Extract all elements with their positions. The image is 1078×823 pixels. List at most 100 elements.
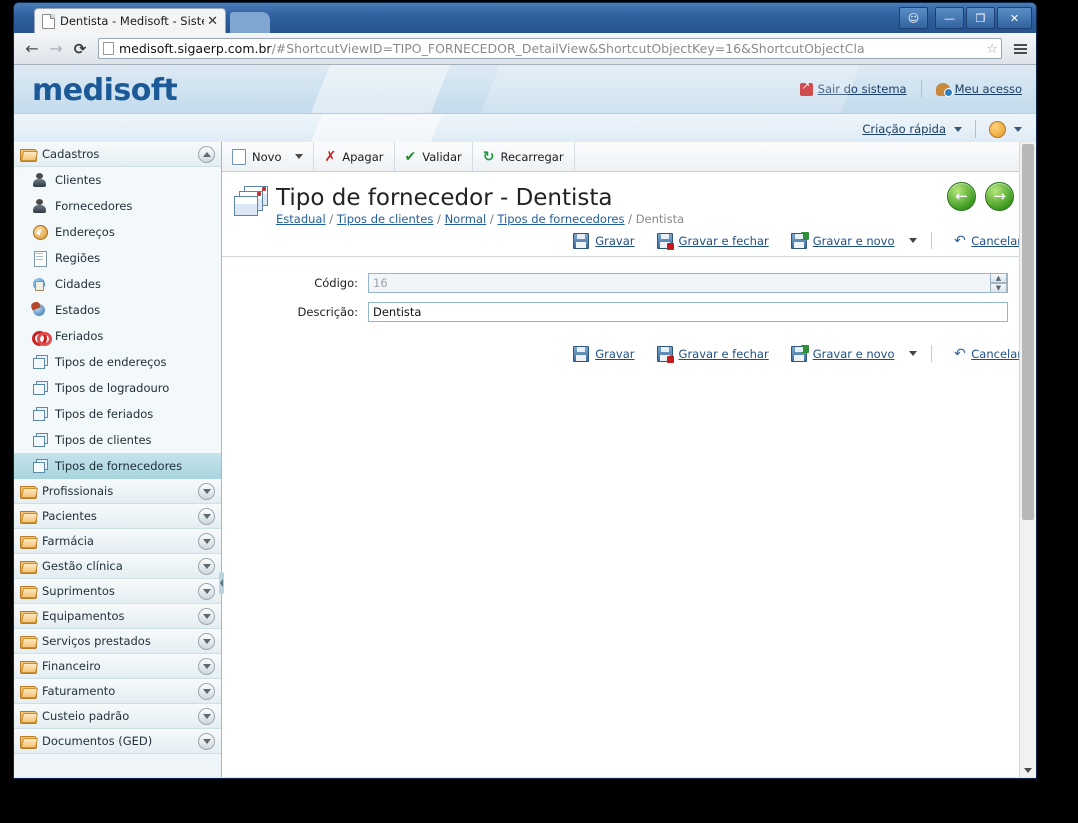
chevron-down-icon[interactable] [295, 154, 304, 159]
sidebar-item-tipos-de-endere-os[interactable]: Tipos de endereços [14, 349, 221, 375]
cancel-button-top[interactable]: ↷ Cancelar [954, 233, 1022, 249]
sidebar-group-cadastros[interactable]: Cadastros [14, 142, 221, 167]
tab-title: Dentista - Medisoft - Sistema [60, 14, 204, 28]
code-spinner[interactable]: ▲ ▼ [990, 273, 1007, 294]
close-tab-icon[interactable]: ✕ [204, 15, 221, 28]
save-and-close-button-top[interactable]: Gravar e fechar [656, 232, 769, 250]
sidebar-group-equipamentos[interactable]: Equipamentos [14, 604, 221, 629]
spinner-down-icon[interactable]: ▼ [990, 283, 1007, 294]
stack-icon [32, 381, 48, 395]
sidebar-item-tipos-de-clientes[interactable]: Tipos de clientes [14, 427, 221, 453]
save-and-new-button-bottom[interactable]: Gravar e novo [790, 344, 917, 362]
sidebar-group-profissionais[interactable]: Profissionais [14, 479, 221, 504]
save-button-bottom[interactable]: Gravar [573, 345, 635, 362]
chevron-down-icon[interactable] [908, 238, 917, 244]
previous-record-button[interactable]: ← [947, 182, 976, 211]
browser-tab[interactable]: Dentista - Medisoft - Sistema ✕ [34, 8, 226, 33]
sidebar-item-endere-os[interactable]: Endereços [14, 219, 221, 245]
scrollbar-thumb[interactable] [1022, 144, 1034, 520]
description-value: Dentista [373, 305, 422, 320]
sidebar-group-custeio-padr-o[interactable]: Custeio padrão [14, 704, 221, 729]
sidebar-group-suprimentos[interactable]: Suprimentos [14, 579, 221, 604]
save-button-top[interactable]: Gravar [573, 232, 635, 249]
sidebar-item-estados[interactable]: Estados [14, 297, 221, 323]
new-button[interactable]: Novo [222, 142, 315, 171]
description-input[interactable]: Dentista [368, 302, 1008, 323]
minimize-button[interactable]: — [935, 7, 964, 29]
chevron-down-icon[interactable] [198, 682, 215, 700]
header-divider [920, 80, 922, 98]
sidebar-item-fornecedores[interactable]: Fornecedores [14, 193, 221, 219]
sidebar-item-feriados[interactable]: Feriados [14, 323, 221, 349]
logout-link[interactable]: Sair do sistema [799, 81, 907, 96]
chevron-down-icon[interactable] [198, 632, 215, 650]
close-window-button[interactable]: ✕ [997, 7, 1032, 29]
user-profile-button[interactable]: ☺ [899, 7, 928, 29]
sidebar-item-tipos-de-logradouro[interactable]: Tipos de logradouro [14, 375, 221, 401]
quick-create-menu[interactable]: Criação rápida [862, 122, 962, 136]
breadcrumb-item[interactable]: Tipos de clientes [337, 212, 434, 226]
action-row-bottom: Gravar Gravar e fechar Gravar e novo ↷ C… [222, 331, 1036, 369]
sidebar-item-tipos-de-fornecedores[interactable]: Tipos de fornecedores [14, 453, 221, 479]
sidebar-group-label: Faturamento [42, 684, 116, 698]
sidebar-item-tipos-de-feriados[interactable]: Tipos de feriados [14, 401, 221, 427]
exit-icon [799, 81, 813, 96]
chevron-up-icon[interactable] [198, 145, 215, 163]
chevron-down-icon[interactable] [198, 532, 215, 550]
sidebar-item-cidades[interactable]: Cidades [14, 271, 221, 297]
my-access-link[interactable]: Meu acesso [935, 82, 1022, 97]
validate-button[interactable]: ✔ Validar [395, 142, 473, 171]
chevron-down-icon[interactable] [198, 582, 215, 600]
chevron-down-icon[interactable] [908, 351, 917, 357]
sidebar-group-financeiro[interactable]: Financeiro [14, 654, 221, 679]
sidebar-group-gest-o-cl-nica[interactable]: Gestão clínica [14, 554, 221, 579]
sidebar-group-servi-os-prestados[interactable]: Serviços prestados [14, 629, 221, 654]
cancel-button-bottom[interactable]: ↷ Cancelar [954, 346, 1022, 362]
sidebar-item-label: Tipos de feriados [55, 407, 154, 421]
reload-icon[interactable]: ⟳ [68, 37, 92, 61]
folder-icon [20, 685, 37, 699]
delete-label: Apagar [342, 149, 384, 164]
chevron-down-icon[interactable] [198, 732, 215, 750]
sidebar-group-farm-cia[interactable]: Farmácia [14, 529, 221, 554]
restore-button[interactable]: ❐ [966, 7, 995, 29]
back-icon[interactable]: ← [20, 37, 44, 61]
sidebar-item-regi-es[interactable]: Regiões [14, 245, 221, 271]
chevron-down-icon[interactable] [198, 557, 215, 575]
theme-menu[interactable] [989, 120, 1022, 138]
breadcrumb-item[interactable]: Estadual [276, 212, 326, 226]
site-favicon-icon [103, 42, 114, 55]
sidebar-item-label: Tipos de logradouro [55, 381, 170, 395]
sidebar-group-pacientes[interactable]: Pacientes [14, 504, 221, 529]
sidebar-group-label: Pacientes [42, 509, 97, 523]
delete-button[interactable]: ✗ Apagar [314, 142, 395, 171]
chevron-down-icon[interactable] [198, 707, 215, 725]
address-bar[interactable]: medisoft.sigaerp.com.br/#ShortcutViewID=… [98, 38, 1002, 59]
breadcrumb-item[interactable]: Normal [445, 212, 487, 226]
content-scrollbar[interactable] [1019, 142, 1036, 777]
chevron-down-icon[interactable] [198, 607, 215, 625]
save-and-close-button-bottom[interactable]: Gravar e fechar [656, 345, 769, 363]
sidebar-group-documentos-ged-[interactable]: Documentos (GED) [14, 729, 221, 754]
page-title: Tipo de fornecedor - Dentista [276, 185, 613, 211]
scroll-down-icon[interactable] [1024, 768, 1032, 773]
save-and-new-button-top[interactable]: Gravar e novo [790, 231, 917, 249]
code-input[interactable]: 16 ▲ ▼ [368, 273, 1008, 294]
spinner-up-icon[interactable]: ▲ [990, 273, 1007, 284]
forward-icon[interactable]: → [44, 37, 68, 61]
chevron-down-icon[interactable] [198, 657, 215, 675]
cancel-label: Cancelar [971, 346, 1022, 361]
sidebar-item-clientes[interactable]: Clientes [14, 167, 221, 193]
breadcrumb-separator: / [325, 212, 337, 227]
reload-button[interactable]: ↻ Recarregar [473, 142, 575, 171]
chevron-down-icon[interactable] [198, 507, 215, 525]
sidebar-resize-grip[interactable] [219, 572, 224, 594]
next-record-button[interactable]: → [985, 182, 1014, 211]
bookmark-star-icon[interactable]: ☆ [986, 42, 998, 57]
sidebar-group-faturamento[interactable]: Faturamento [14, 679, 221, 704]
new-tab-button[interactable] [230, 12, 270, 33]
save-new-icon [790, 344, 809, 362]
breadcrumb-item[interactable]: Tipos de fornecedores [497, 212, 624, 226]
browser-menu-icon[interactable] [1010, 43, 1030, 54]
chevron-down-icon[interactable] [198, 482, 215, 500]
